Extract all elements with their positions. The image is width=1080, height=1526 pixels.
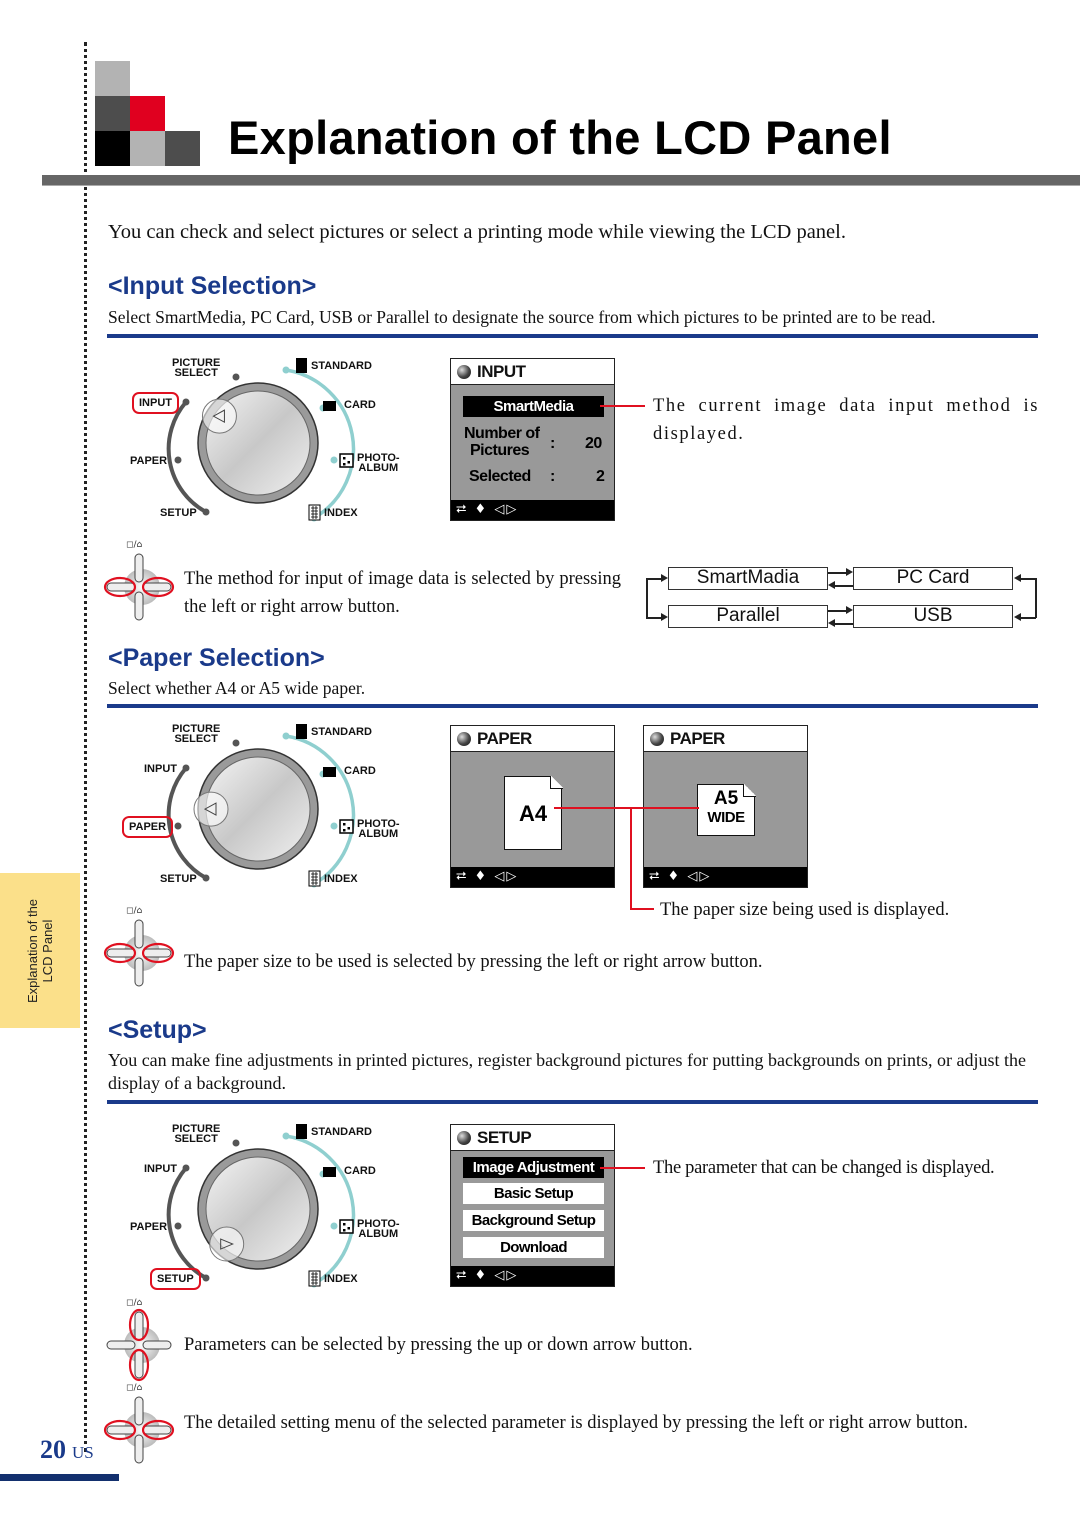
dial-label-standard: STANDARD — [311, 726, 372, 738]
dial-label-setup: SETUP — [150, 1268, 201, 1290]
lcd-row-label: Number of Pictures — [464, 425, 540, 459]
mode-dial-input: PICTURE SELECT INPUT PAPER SETUP STANDARD… — [110, 350, 410, 530]
chapter-side-tab: Explanation of the LCD Panel — [0, 873, 80, 1028]
dial-label-paper: PAPER — [130, 1221, 168, 1233]
dial-label-card: CARD — [344, 765, 376, 777]
dial-label-input: INPUT — [132, 392, 179, 414]
cycle-option-parallel: Parallel — [668, 605, 828, 628]
callout-line — [600, 405, 645, 407]
dial-label-input: INPUT — [144, 1163, 177, 1175]
dial-label-paper: PAPER — [130, 455, 168, 467]
lcd-input-screen: INPUT SmartMedia Number of Pictures : 20 … — [450, 358, 615, 521]
page-title: Explanation of the LCD Panel — [228, 111, 892, 164]
dpad-icon — [103, 553, 175, 621]
margin-guide-line — [84, 42, 87, 1452]
dial-marker — [209, 1226, 245, 1262]
dial-graphic — [166, 358, 356, 522]
dial-label-setup: SETUP — [160, 507, 197, 519]
lcd-indicator-icon — [457, 365, 471, 379]
dpad-up-down: ◻/⌂ — [102, 1298, 177, 1383]
dial-marker — [201, 398, 237, 434]
mode-dial-setup: PICTURE SELECT INPUT PAPER SETUP STANDARD… — [110, 1116, 410, 1296]
paper-instruction-text: The paper size to be used is selected by… — [184, 952, 763, 972]
intro-text: You can check and select pictures or sel… — [108, 221, 846, 243]
lcd-indicator-icon — [457, 1131, 471, 1145]
lcd-selected-input: SmartMedia — [463, 396, 604, 417]
dial-label-picture-select: PICTURE SELECT — [172, 723, 221, 745]
paper-section-description: Select whether A4 or A5 wide paper. — [108, 678, 366, 698]
setup-instruction-leftright: The detailed setting menu of the selecte… — [184, 1413, 968, 1433]
dpad-icon — [103, 1396, 175, 1464]
lcd-header: SETUP — [451, 1125, 614, 1151]
input-section-description: Select SmartMedia, PC Card, USB or Paral… — [108, 307, 936, 327]
lcd-header: PAPER — [644, 726, 807, 752]
dial-label-photo-album: PHOTO- ALBUM — [357, 452, 400, 474]
dial-label-input: INPUT — [144, 763, 177, 775]
lcd-menu-item: Download — [463, 1237, 604, 1258]
callout-line — [600, 1167, 645, 1169]
dial-label-index: INDEX — [324, 1273, 358, 1285]
dpad-left-right: ◻/⌂ — [102, 906, 177, 991]
dpad-icon — [103, 919, 175, 987]
paper-size-icon: A4 — [504, 775, 563, 850]
lcd-header: PAPER — [451, 726, 614, 752]
lcd-nav-hint: ⮂ ♦ ◁▷ — [644, 867, 807, 887]
setup-instruction-updown: Parameters can be selected by pressing t… — [184, 1335, 693, 1355]
setup-section-description: You can make fine adjustments in printed… — [108, 1050, 1026, 1093]
cycle-option-smartmedia: SmartMadia — [668, 567, 828, 590]
dial-label-paper: PAPER — [122, 816, 174, 838]
dial-label-card: CARD — [344, 399, 376, 411]
dial-label-picture-select: PICTURE SELECT — [172, 357, 221, 379]
lcd-header: INPUT — [451, 359, 614, 385]
lcd-row-value: 20 — [585, 435, 602, 452]
lcd-row-sep: : — [550, 468, 555, 485]
input-callout-text: The current image data input method is d… — [653, 396, 1039, 444]
dial-label-standard: STANDARD — [311, 1126, 372, 1138]
lcd-row-value: 2 — [596, 468, 605, 485]
dial-label-index: INDEX — [324, 873, 358, 885]
paper-size-icon: A5 WIDE — [697, 783, 756, 836]
cycle-option-usb: USB — [853, 605, 1013, 628]
dial-label-card: CARD — [344, 1165, 376, 1177]
dial-label-photo-album: PHOTO- ALBUM — [357, 1218, 400, 1240]
paper-section-rule — [107, 704, 1038, 708]
lcd-nav-hint: ⮂ ♦ ◁▷ — [451, 1266, 614, 1286]
mode-dial-paper: PICTURE SELECT INPUT PAPER SETUP STANDARD… — [110, 716, 410, 896]
dial-label-photo-album: PHOTO- ALBUM — [357, 818, 400, 840]
input-instruction-text: The method for input of image data is se… — [184, 569, 621, 617]
lcd-row-label: Selected — [469, 468, 531, 485]
setup-section-heading: <Setup> — [108, 1016, 207, 1044]
lcd-nav-hint: ⮂ ♦ ◁▷ — [451, 867, 614, 887]
dpad-icon — [106, 1308, 172, 1382]
paper-callout-text: The paper size being used is displayed. — [660, 900, 950, 920]
dial-label-standard: STANDARD — [311, 360, 372, 372]
dpad-left-right: ◻/⌂ — [102, 1383, 177, 1468]
lcd-menu-item: Basic Setup — [463, 1183, 604, 1204]
dial-graphic — [166, 724, 356, 888]
dpad-left-right: ◻/⌂ — [102, 540, 177, 625]
lcd-nav-hint: ⮂ ♦ ◁▷ — [451, 500, 614, 520]
dial-marker — [193, 791, 229, 827]
page-number: 20 US — [40, 1435, 94, 1464]
dial-label-index: INDEX — [324, 507, 358, 519]
dial-label-picture-select: PICTURE SELECT — [172, 1123, 221, 1145]
lcd-menu-item-selected: Image Adjustment — [463, 1157, 604, 1178]
lcd-menu-item: Background Setup — [463, 1210, 604, 1231]
setup-callout-text: The parameter that can be changed is dis… — [653, 1158, 995, 1178]
lcd-indicator-icon — [650, 732, 664, 746]
input-section-heading: <Input Selection> — [108, 272, 317, 300]
cycle-option-pc-card: PC Card — [853, 567, 1013, 590]
page-footer-bar — [0, 1474, 119, 1481]
lcd-row-sep: : — [550, 435, 555, 452]
chapter-side-tab-label: Explanation of the LCD Panel — [25, 898, 55, 1004]
lcd-setup-screen: SETUP Image Adjustment Basic Setup Backg… — [450, 1124, 615, 1287]
lcd-indicator-icon — [457, 732, 471, 746]
input-section-rule — [107, 334, 1038, 338]
title-underline-bar — [42, 175, 1080, 186]
dial-label-setup: SETUP — [160, 873, 197, 885]
paper-section-heading: <Paper Selection> — [108, 644, 325, 672]
setup-section-rule — [107, 1100, 1038, 1104]
